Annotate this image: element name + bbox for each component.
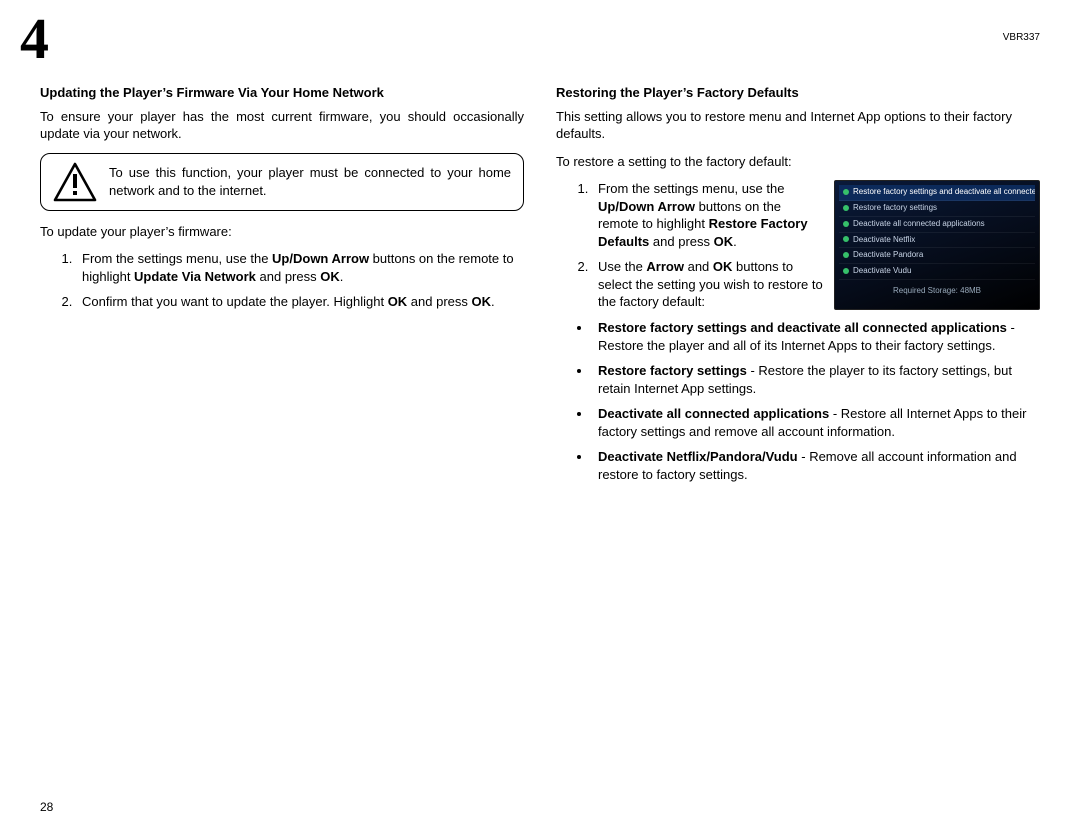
shot-row: Deactivate all connected applications — [839, 217, 1035, 233]
left-step-2: Confirm that you want to update the play… — [76, 293, 524, 311]
shot-row: Deactivate Vudu — [839, 264, 1035, 280]
shot-row: Deactivate Pandora — [839, 248, 1035, 264]
text: and press — [407, 294, 471, 309]
shot-row: Restore factory settings — [839, 201, 1035, 217]
shot-text: Deactivate Netflix — [853, 235, 915, 244]
text-bold: Up/Down Arrow — [272, 251, 369, 266]
option-1: Restore factory settings and deactivate … — [592, 319, 1040, 354]
shot-row-selected: Restore factory settings and deactivate … — [839, 185, 1035, 201]
text: . — [733, 234, 737, 249]
text-bold: Up/Down Arrow — [598, 199, 695, 214]
text: Use the — [598, 259, 646, 274]
text-bold: OK — [388, 294, 408, 309]
left-column: Updating the Player’s Firmware Via Your … — [40, 84, 524, 491]
text-bold: Restore factory settings — [598, 363, 747, 378]
notice-text: To use this function, your player must b… — [109, 164, 511, 199]
left-step-1: From the settings menu, use the Up/Down … — [76, 250, 524, 285]
option-3: Deactivate all connected applications - … — [592, 405, 1040, 440]
text: Confirm that you want to update the play… — [82, 294, 388, 309]
shot-text: Deactivate Pandora — [853, 250, 923, 259]
text-bold: Deactivate Netflix/Pandora/Vudu — [598, 449, 798, 464]
model-label: VBR337 — [1003, 32, 1040, 43]
text-bold: Restore factory settings and deactivate … — [598, 320, 1007, 335]
text: and — [684, 259, 713, 274]
text: From the settings menu, use the — [82, 251, 272, 266]
text: From the settings menu, use the — [598, 181, 784, 196]
text-bold: Deactivate all connected applications — [598, 406, 829, 421]
shot-row: Deactivate Netflix — [839, 233, 1035, 249]
left-intro: To ensure your player has the most curre… — [40, 108, 524, 143]
chapter-number: 4 — [20, 10, 49, 68]
option-4: Deactivate Netflix/Pandora/Vudu - Remove… — [592, 448, 1040, 483]
right-lead: To restore a setting to the factory defa… — [556, 153, 1040, 171]
page-number: 28 — [40, 800, 53, 814]
text: and press — [256, 269, 320, 284]
option-2: Restore factory settings - Restore the p… — [592, 362, 1040, 397]
text-bold: Update Via Network — [134, 269, 256, 284]
right-intro: This setting allows you to restore menu … — [556, 108, 1040, 143]
shot-text: Deactivate Vudu — [853, 266, 911, 275]
shot-text: Restore factory settings — [853, 203, 937, 212]
left-lead: To update your player’s firmware: — [40, 223, 524, 241]
shot-footer: Required Storage: 48MB — [839, 286, 1035, 297]
right-column: Restoring the Player’s Factory Defaults … — [556, 84, 1040, 491]
text-bold: OK — [472, 294, 492, 309]
left-heading: Updating the Player’s Firmware Via Your … — [40, 84, 524, 102]
right-heading: Restoring the Player’s Factory Defaults — [556, 84, 1040, 102]
notice-box: To use this function, your player must b… — [40, 153, 524, 211]
text: . — [340, 269, 344, 284]
restore-options: Restore factory settings and deactivate … — [556, 319, 1040, 483]
shot-text: Deactivate all connected applications — [853, 219, 985, 228]
text-bold: Arrow — [646, 259, 684, 274]
left-steps: From the settings menu, use the Up/Down … — [40, 250, 524, 311]
settings-screenshot: Restore factory settings and deactivate … — [834, 180, 1040, 310]
warning-icon — [53, 162, 97, 202]
shot-text: Restore factory settings and deactivate … — [853, 187, 1035, 196]
text: . — [491, 294, 495, 309]
text-bold: OK — [714, 234, 734, 249]
text: and press — [649, 234, 713, 249]
text-bold: OK — [713, 259, 733, 274]
text-bold: OK — [320, 269, 340, 284]
